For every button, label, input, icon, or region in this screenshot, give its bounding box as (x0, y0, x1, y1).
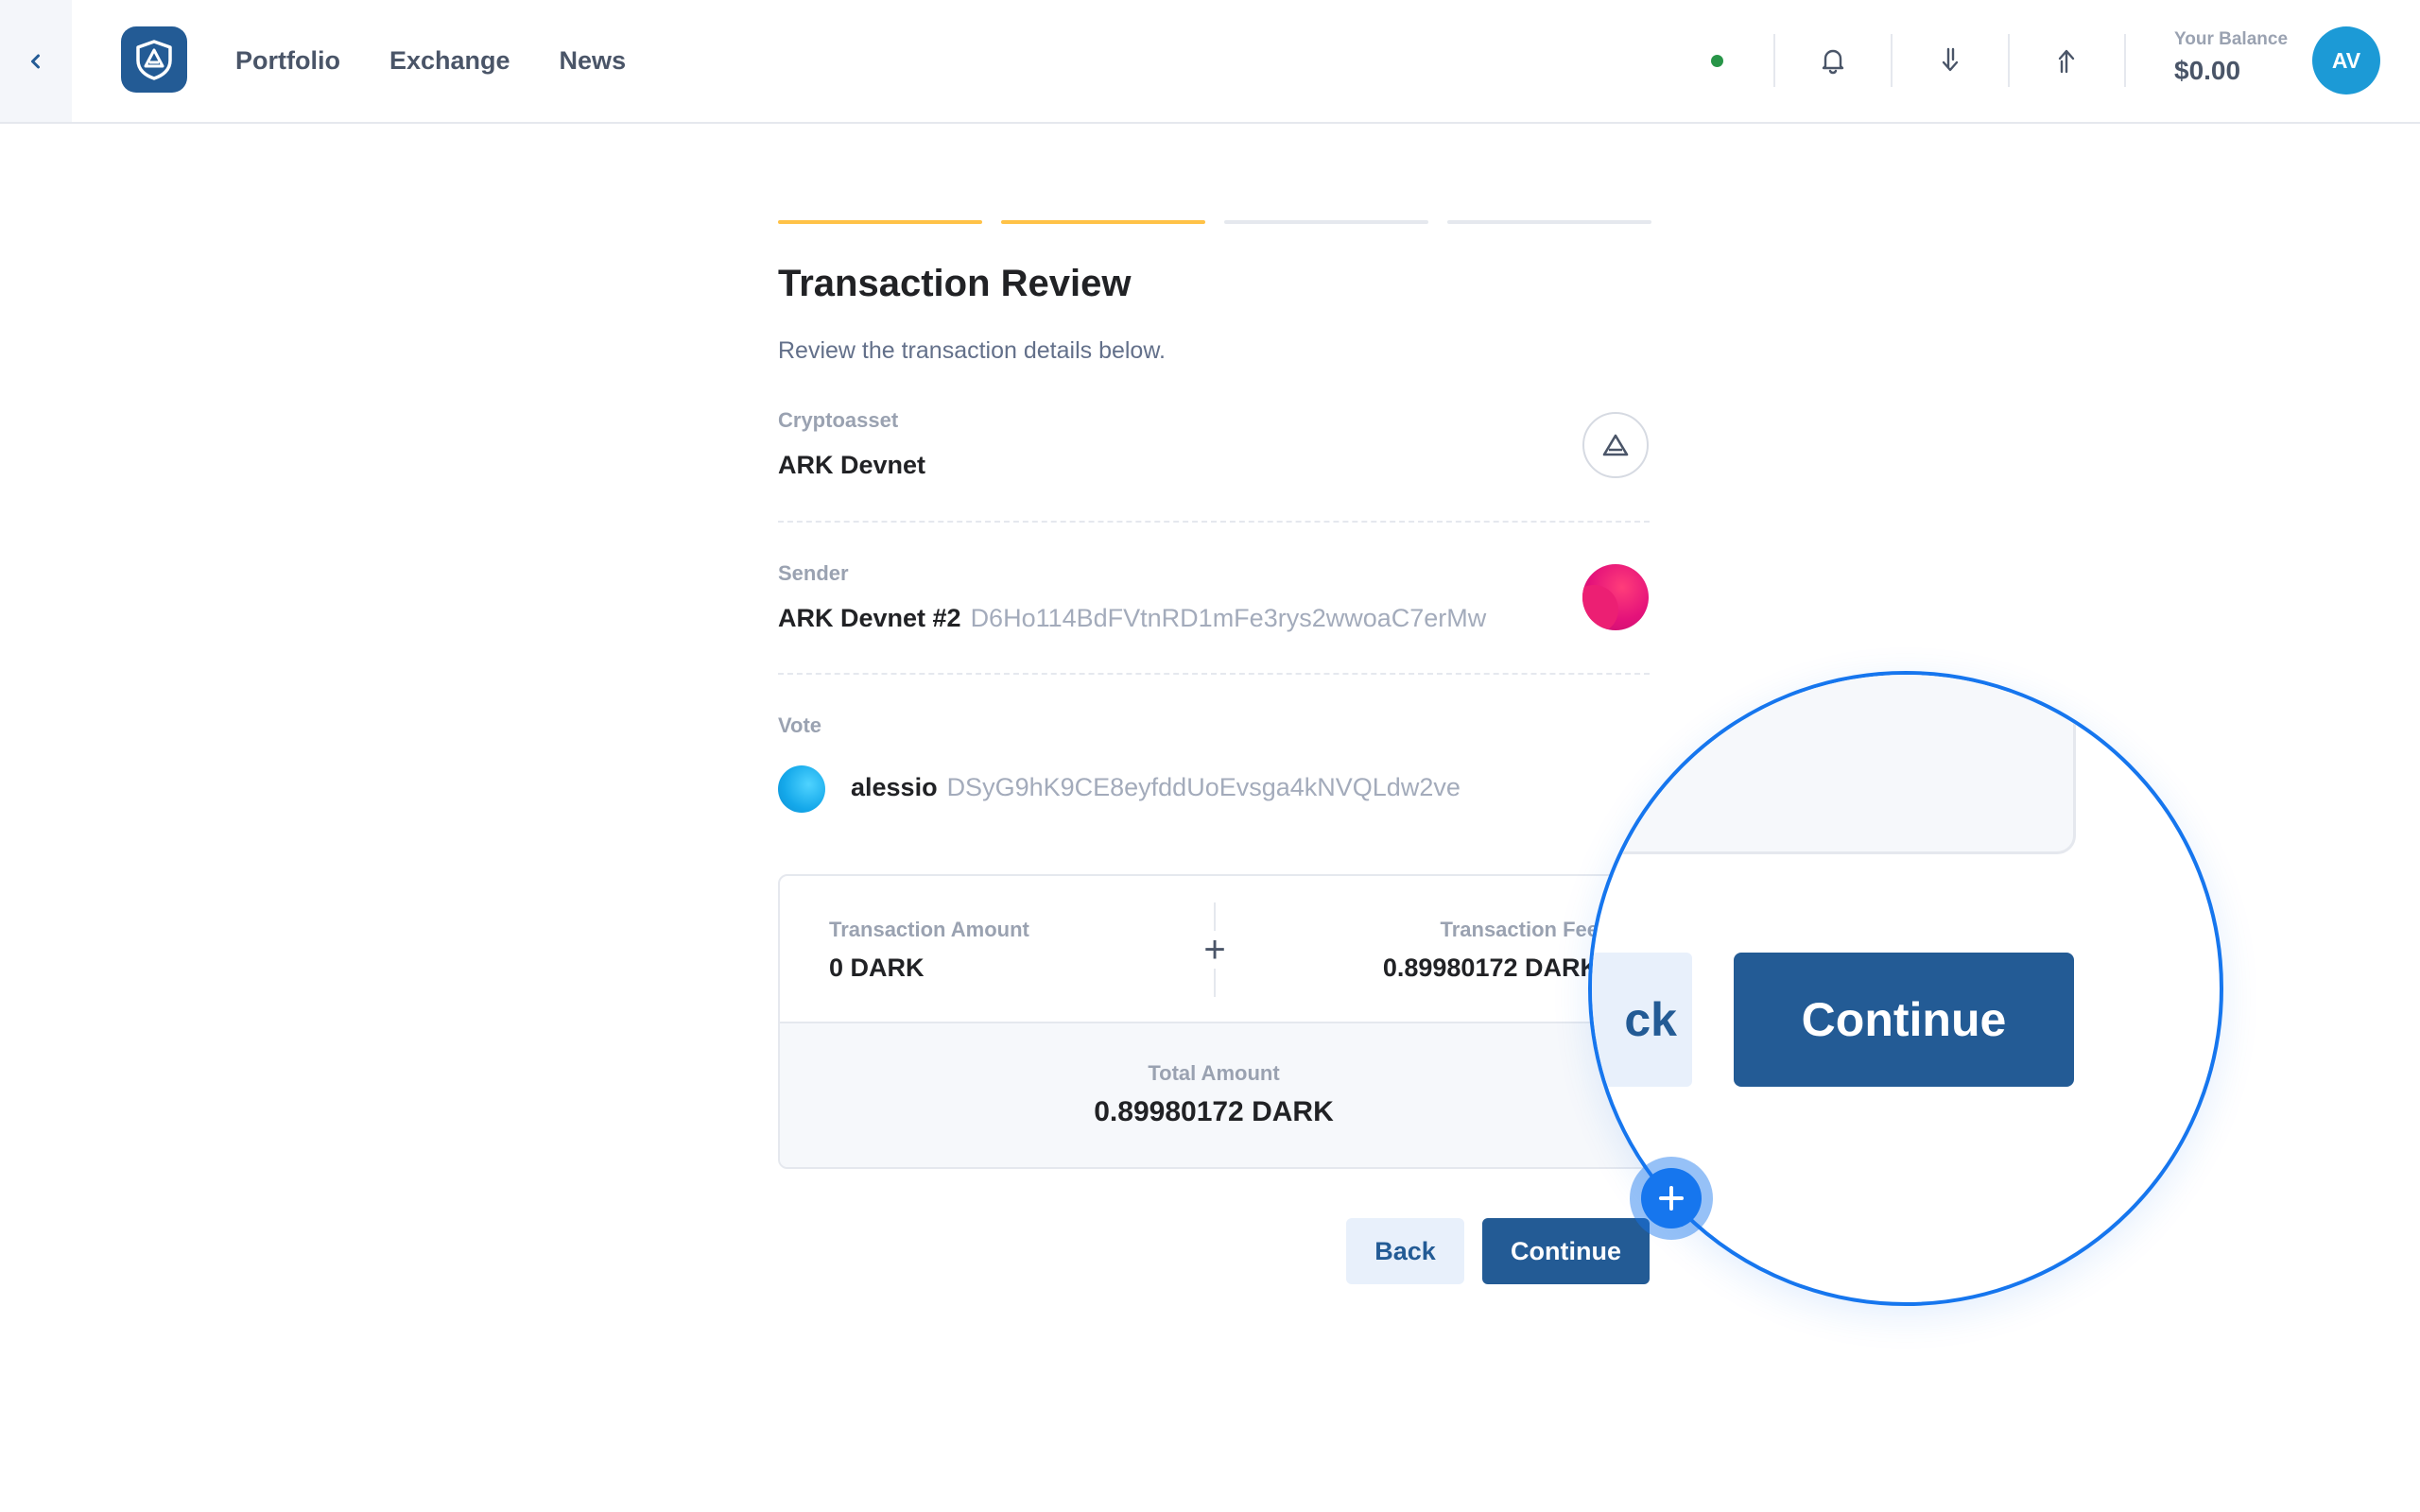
magnified-back-button: ck (1592, 953, 1692, 1087)
ark-coin-icon (1602, 434, 1629, 456)
step-bar-3 (1224, 220, 1428, 224)
user-avatar[interactable]: AV (2312, 26, 2380, 94)
ark-logo-icon (136, 40, 172, 80)
section-divider (778, 521, 1650, 523)
transaction-summary: Transaction Amount 0 DARK + Transaction … (778, 874, 1650, 1169)
header-divider (1773, 34, 1775, 87)
main-nav: Portfolio Exchange News (235, 0, 626, 122)
header-divider (2008, 34, 2010, 87)
delegate-avatar (778, 765, 825, 813)
summary-top: Transaction Amount 0 DARK + Transaction … (780, 876, 1648, 1023)
balance-label: Your Balance (2174, 29, 2289, 49)
page-subtitle: Review the transaction details below. (778, 337, 1166, 364)
arrow-down-icon (1942, 47, 1959, 72)
vote-row: alessio DSyG9hK9CE8eyfddUoEvsga4kNVQLdw2v… (851, 773, 1461, 802)
nav-link-portfolio[interactable]: Portfolio (235, 46, 340, 76)
fee-label: Transaction Fee (1440, 918, 1599, 941)
plus-icon: + (1201, 931, 1228, 969)
notifications-button[interactable] (1810, 38, 1856, 83)
total-label: Total Amount (1148, 1061, 1280, 1085)
magnified-continue-button: Continue (1734, 953, 2074, 1087)
step-bar-1 (778, 220, 982, 224)
cryptoasset-label: Cryptoasset (778, 408, 899, 432)
header-divider (1891, 34, 1893, 87)
network-status-dot (1711, 55, 1723, 67)
zoom-badge (1630, 1157, 1713, 1240)
sender-label: Sender (778, 561, 849, 585)
ark-logo[interactable] (121, 26, 187, 93)
fee-value: 0.89980172 DARK (1382, 954, 1599, 982)
back-nav-button[interactable] (0, 0, 72, 122)
section-divider (778, 673, 1650, 675)
receive-button[interactable] (1927, 38, 1973, 83)
page-title: Transaction Review (778, 263, 1132, 304)
amount-label: Transaction Amount (829, 918, 1029, 941)
sender-avatar (1582, 564, 1649, 630)
cryptoasset-icon (1582, 412, 1649, 478)
chevron-left-icon (31, 54, 40, 68)
magnified-summary-panel (1592, 675, 2076, 854)
amount-value: 0 DARK (829, 954, 925, 982)
back-button[interactable]: Back (1346, 1218, 1464, 1284)
continue-button[interactable]: Continue (1482, 1218, 1650, 1284)
step-indicator (778, 220, 1651, 224)
header-divider (2124, 34, 2126, 87)
balance-widget: Your Balance $0.00 (2174, 29, 2288, 86)
plus-zoom-icon (1659, 1186, 1684, 1211)
arrow-up-icon (2058, 49, 2075, 74)
sender-row: ARK Devnet #2 D6Ho114BdFVtnRD1mFe3rys2wwo… (778, 604, 1486, 633)
cryptoasset-value: ARK Devnet (778, 451, 926, 479)
send-button[interactable] (2044, 38, 2089, 83)
total-value: 0.89980172 DARK (1094, 1096, 1334, 1127)
step-bar-4 (1447, 220, 1651, 224)
sender-name: ARK Devnet #2 (778, 604, 961, 632)
vote-label: Vote (778, 713, 822, 737)
bell-icon (1822, 49, 1844, 75)
zoom-badge-inner (1641, 1168, 1702, 1228)
step-bar-2 (1001, 220, 1205, 224)
delegate-name: alessio (851, 773, 938, 801)
nav-link-news[interactable]: News (560, 46, 627, 76)
delegate-address: DSyG9hK9CE8eyfddUoEvsga4kNVQLdw2ve (946, 773, 1461, 801)
nav-link-exchange[interactable]: Exchange (389, 46, 510, 76)
top-header: Portfolio Exchange News Your Balance $0.… (0, 0, 2420, 124)
sender-address: D6Ho114BdFVtnRD1mFe3rys2wwoaC7erMw (970, 604, 1487, 632)
balance-value: $0.00 (2174, 56, 2241, 85)
